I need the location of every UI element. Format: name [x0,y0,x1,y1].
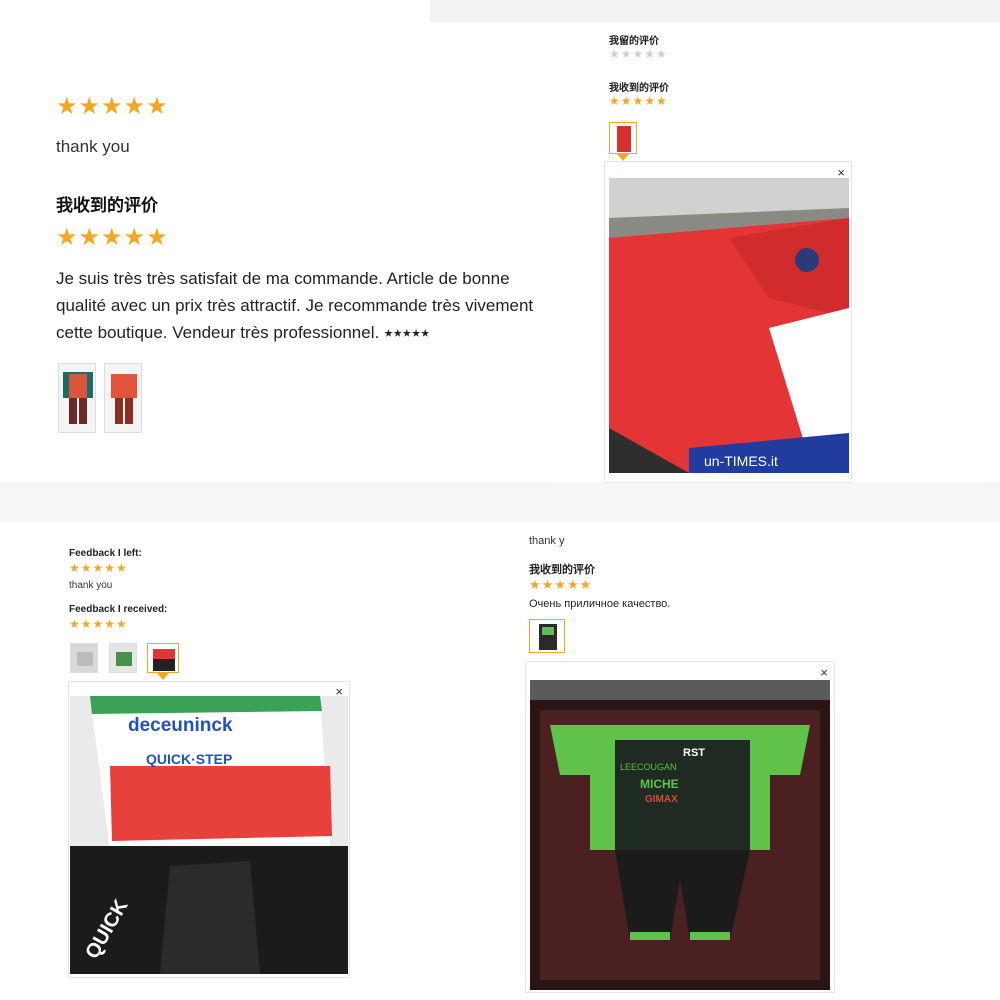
red-jersey-photo: un-TIMES.it [609,178,849,473]
received-rating-stars: ★★★★★ [529,577,593,592]
selected-thumbnail-caret [617,154,629,161]
jersey-thumbnail-icon [105,364,141,432]
review-panel-a: ★★★★★ thank you 我收到的评价 ★★★★★ Je suis trè… [44,85,554,455]
jersey-brand-text: deceuninck [128,715,233,736]
received-rating-stars: ★★★★★ [609,94,668,108]
photo-preview-frame: × RST LEECOUGAN MICHE GIMAX [525,661,835,993]
jersey-thumbnail-icon [59,364,95,432]
review-photo-thumbnail[interactable] [104,363,142,433]
selected-photo-thumbnail[interactable] [609,122,637,154]
received-review-heading: Feedback I received: [69,604,168,615]
left-review-heading: Feedback I left: [69,548,142,559]
jersey-gimax-text: GIMAX [645,794,678,805]
rating-stars: ★★★★★ [56,93,169,120]
review-photo[interactable]: RST LEECOUGAN MICHE GIMAX [530,680,830,990]
jersey-miche-text: MICHE [640,777,679,791]
jersey-sponsor-text: QUICK·STEP [146,751,232,767]
left-rating-stars: ★★★★★ [69,561,128,575]
photo-preview-frame: × un-TIMES.it [604,161,852,483]
photo-thumbnail-icon [530,620,564,652]
photo-preview-frame: × deceuninck QUICK·STEP QUICK [68,681,350,978]
background-band-middle [0,482,1000,522]
photo-thumbnail-icon [148,644,178,672]
green-jersey-photo: RST LEECOUGAN MICHE GIMAX [530,680,830,990]
left-review-heading: 我留的评价 [609,36,659,47]
review-photo-thumbnail[interactable] [109,643,137,673]
review-photo-thumbnail[interactable] [70,643,98,673]
left-rating-stars: ★★★★★ [609,47,668,61]
photo-thumbnail-icon [71,644,97,672]
review-photo[interactable]: deceuninck QUICK·STEP QUICK [70,696,348,974]
close-preview-button[interactable]: × [820,666,828,679]
selected-photo-thumbnail[interactable] [147,643,179,673]
background-band-top [430,0,1000,22]
selected-photo-thumbnail[interactable] [529,619,565,653]
received-review-heading: 我收到的评价 [529,564,595,576]
received-review-comment: Je suis très très satisfait de ma comman… [56,269,534,342]
jersey-thumbnail-icon [610,123,636,153]
review-photo-thumbnail[interactable] [58,363,96,433]
review-comment: thank y [529,535,565,547]
left-review-comment: thank you [69,580,113,591]
jersey-rst-text: RST [683,747,705,759]
received-rating-stars: ★★★★★ [69,617,128,631]
review-comment: thank you [56,137,130,156]
selected-thumbnail-caret [157,673,169,680]
received-review-comment: Очень приличное качество. [529,598,671,610]
received-rating-stars: ★★★★★ [56,224,169,251]
review-photo[interactable]: un-TIMES.it [609,178,849,473]
received-review-heading: 我收到的评价 [609,83,669,94]
jersey-brand-text: LEECOUGAN [620,762,677,772]
photo-thumbnail-icon [110,644,136,672]
review-panel-b: 我留的评价 ★★★★★ 我收到的评价 ★★★★★ × un-TIMES.it [556,28,980,483]
quickstep-jersey-photo: deceuninck QUICK·STEP QUICK [70,696,348,974]
jersey-print-text: un-TIMES.it [704,453,778,469]
review-panel-c: Feedback I left: ★★★★★ thank you Feedbac… [58,540,358,980]
received-review-heading: 我收到的评价 [56,196,158,215]
review-panel-d: thank y 我收到的评价 ★★★★★ Очень приличное кач… [520,527,850,993]
